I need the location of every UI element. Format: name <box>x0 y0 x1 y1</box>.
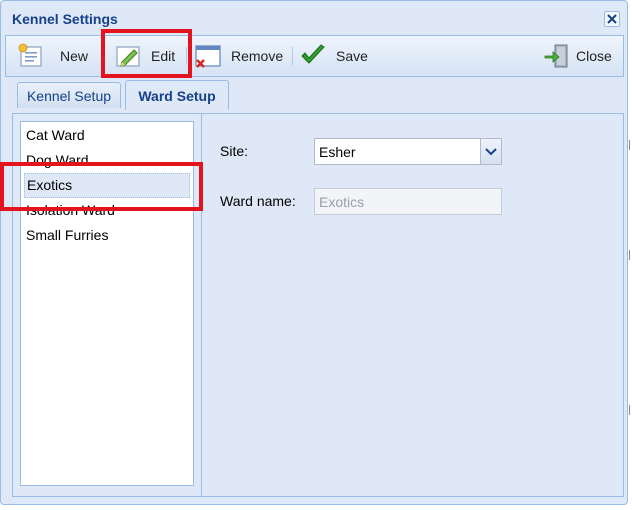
toolbar: New Edit Remove Save Close <box>5 35 624 77</box>
background-divider <box>629 405 630 415</box>
close-icon <box>607 14 617 24</box>
save-button-label: Save <box>336 48 368 64</box>
tab-kennel-setup[interactable]: Kennel Setup <box>17 82 121 108</box>
new-button[interactable]: New <box>17 40 88 72</box>
new-button-label: New <box>60 48 89 64</box>
new-document-icon <box>18 43 42 67</box>
ward-name-value: Exotics <box>319 194 365 210</box>
ward-list-item-selected[interactable]: Exotics <box>24 173 190 198</box>
site-combobox[interactable]: Esher <box>314 138 502 165</box>
ward-list: Cat Ward Dog Ward Exotics Isolation Ward… <box>20 121 194 486</box>
remove-button-label: Remove <box>231 48 284 64</box>
remove-button[interactable]: Remove <box>194 40 283 72</box>
ward-list-item-label: Isolation Ward <box>26 202 115 218</box>
ward-name-label: Ward name: <box>220 193 296 209</box>
remove-window-icon <box>195 45 221 68</box>
toolbar-separator <box>292 47 293 65</box>
dialog-title-bar: Kennel Settings <box>1 1 627 35</box>
background-divider <box>629 250 630 260</box>
ward-list-item[interactable]: Small Furries <box>24 223 190 248</box>
close-dialog-button[interactable] <box>604 11 620 27</box>
edit-button-label: Edit <box>151 48 176 64</box>
ward-list-item-label: Exotics <box>27 177 73 193</box>
ward-list-item-label: Cat Ward <box>26 127 85 143</box>
site-value: Esher <box>319 144 356 160</box>
close-button[interactable]: Close <box>543 40 612 72</box>
ward-list-item-label: Dog Ward <box>26 152 89 168</box>
close-button-label: Close <box>576 48 612 64</box>
panel-splitter[interactable] <box>201 114 202 496</box>
tab-bar: Kennel Setup Ward Setup <box>11 80 625 110</box>
ward-setup-panel: Cat Ward Dog Ward Exotics Isolation Ward… <box>12 113 624 497</box>
ward-list-item-label: Small Furries <box>26 227 109 243</box>
background-divider <box>629 140 630 150</box>
site-dropdown-trigger[interactable] <box>480 139 501 164</box>
dialog-title: Kennel Settings <box>12 11 118 27</box>
chevron-down-icon <box>485 148 497 156</box>
tab-ward-setup[interactable]: Ward Setup <box>125 80 229 110</box>
edit-button[interactable]: Edit <box>114 40 175 72</box>
ward-name-field[interactable]: Exotics <box>314 188 502 215</box>
ward-list-item[interactable]: Isolation Ward <box>24 198 190 223</box>
site-label: Site: <box>220 143 249 159</box>
checkmark-icon <box>301 44 325 64</box>
edit-pencil-icon <box>116 46 140 67</box>
save-button[interactable]: Save <box>299 40 368 72</box>
toolbar-separator <box>186 47 187 65</box>
exit-door-icon <box>544 44 568 68</box>
ward-list-item[interactable]: Cat Ward <box>24 123 190 148</box>
kennel-settings-dialog: Kennel Settings New Edit Remove Save Clo… <box>0 0 628 505</box>
toolbar-separator <box>101 47 102 65</box>
ward-list-item[interactable]: Dog Ward <box>24 148 190 173</box>
